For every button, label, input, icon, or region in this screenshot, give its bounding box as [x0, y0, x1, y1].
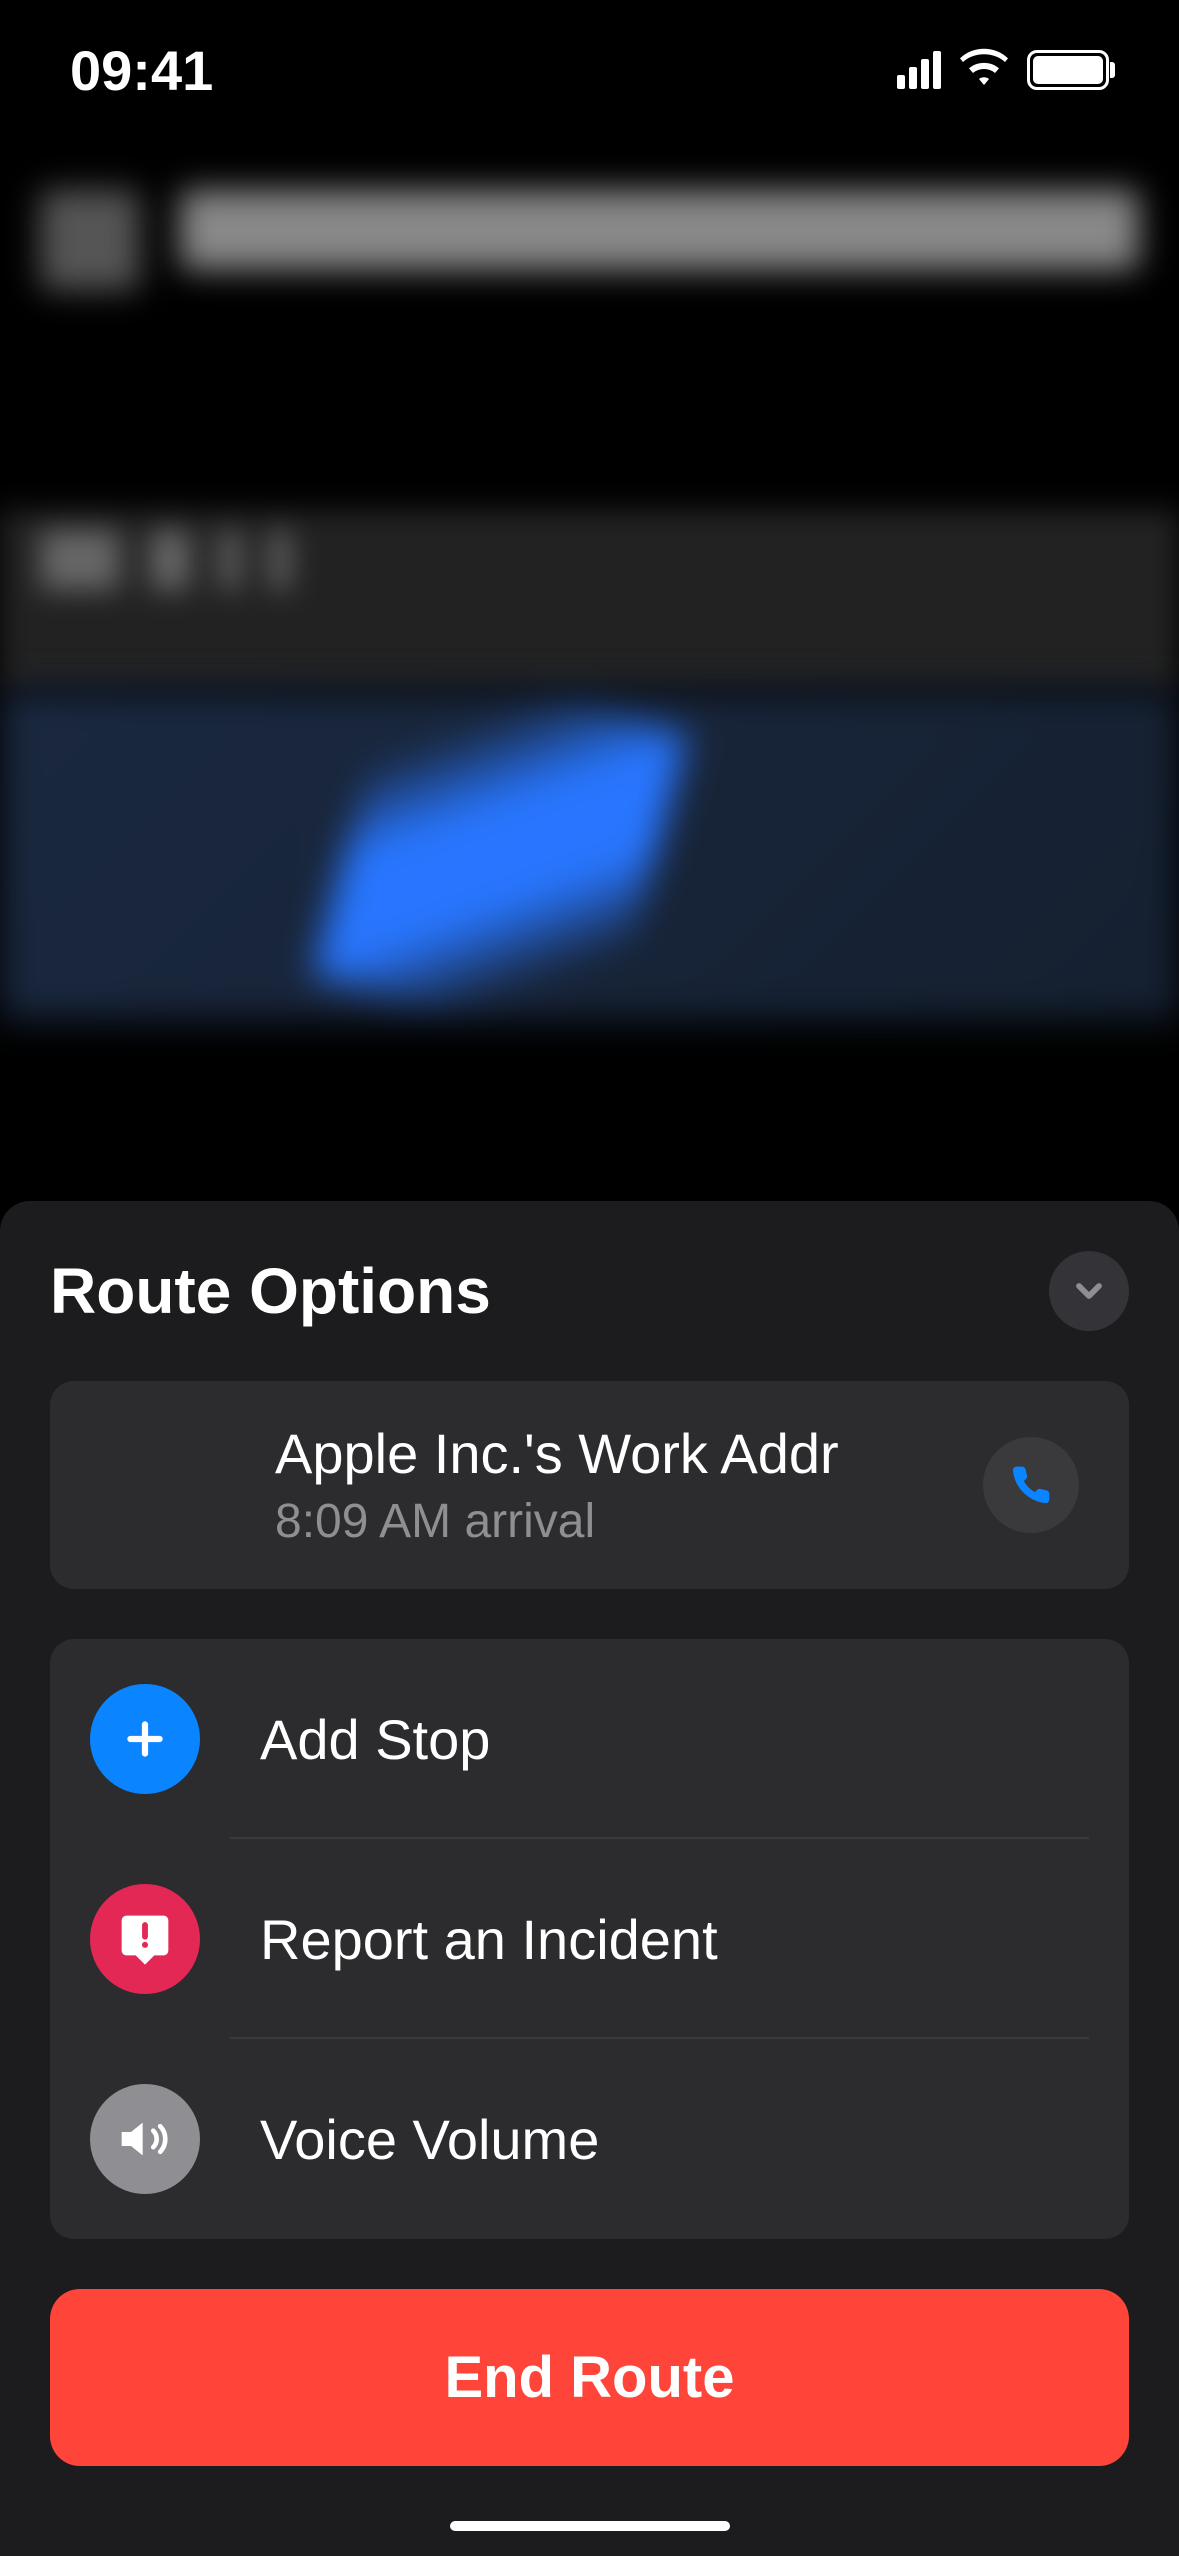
navigation-strip: [0, 510, 1179, 690]
destination-eta: 8:09 AM arrival: [275, 1494, 963, 1549]
option-label: Report an Incident: [260, 1907, 718, 1972]
end-route-button[interactable]: End Route: [50, 2289, 1129, 2466]
collapse-button[interactable]: [1049, 1251, 1129, 1331]
voice-volume-option[interactable]: Voice Volume: [50, 2039, 1129, 2239]
chevron-down-icon: [1069, 1271, 1109, 1311]
battery-icon: [1027, 50, 1109, 90]
report-incident-option[interactable]: Report an Incident: [50, 1839, 1129, 2039]
speaker-icon: [90, 2084, 200, 2194]
plus-icon: [90, 1684, 200, 1794]
options-list: Add Stop Report an Incident: [50, 1639, 1129, 2239]
call-button[interactable]: [983, 1437, 1079, 1533]
option-label: Add Stop: [260, 1707, 490, 1772]
option-label: Voice Volume: [260, 2107, 599, 2172]
status-bar: 09:41: [0, 0, 1179, 130]
destination-name: Apple Inc.'s Work Addr: [275, 1421, 963, 1486]
sheet-header: Route Options: [50, 1251, 1129, 1331]
destination-info: Apple Inc.'s Work Addr 8:09 AM arrival: [100, 1421, 963, 1549]
report-icon: [90, 1884, 200, 1994]
add-stop-option[interactable]: Add Stop: [50, 1639, 1129, 1839]
navigation-banner: [0, 130, 1179, 510]
map-view[interactable]: [0, 690, 1179, 1020]
destination-card[interactable]: Apple Inc.'s Work Addr 8:09 AM arrival: [50, 1381, 1129, 1589]
phone-icon: [1009, 1463, 1053, 1507]
route-options-sheet: Route Options Apple Inc.'s Work Addr 8:0…: [0, 1201, 1179, 2556]
sheet-title: Route Options: [50, 1254, 491, 1328]
wifi-icon: [959, 48, 1009, 93]
status-time: 09:41: [70, 38, 213, 103]
status-icons: [897, 48, 1109, 93]
home-indicator[interactable]: [450, 2521, 730, 2531]
cellular-signal-icon: [897, 51, 941, 89]
